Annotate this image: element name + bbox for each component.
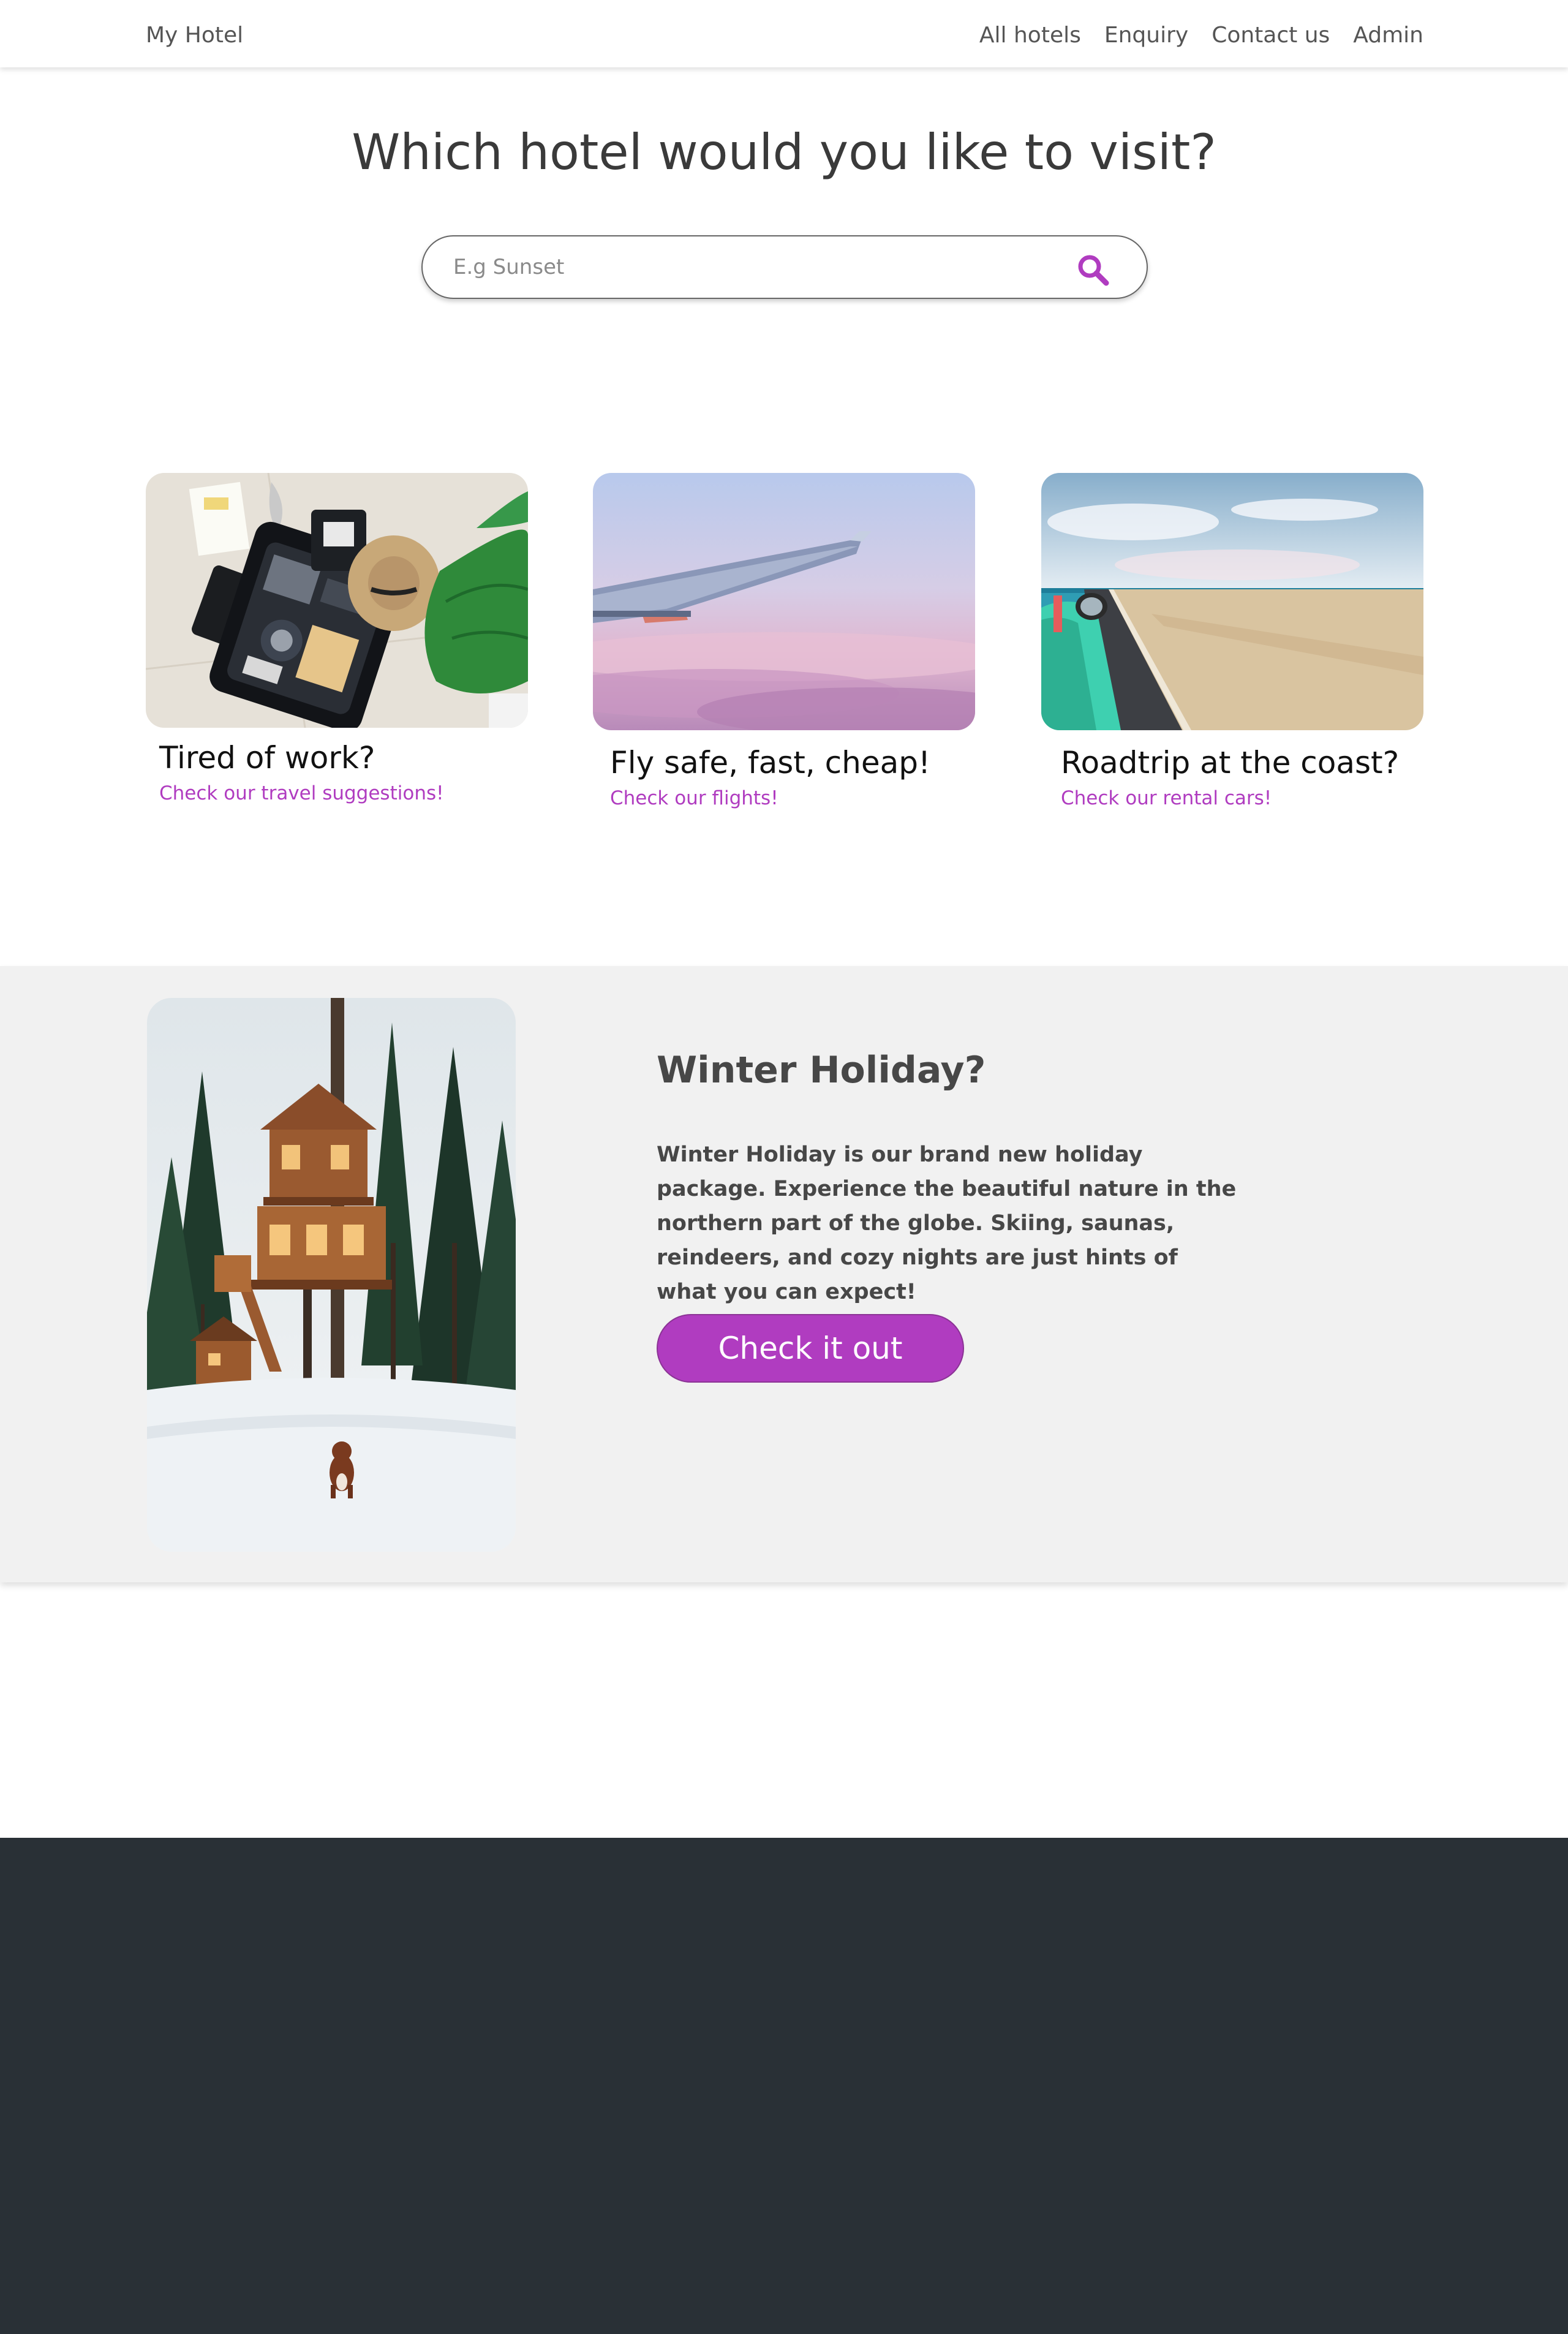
winter-holiday-section: Winter Holiday? Winter Holiday is our br… <box>0 966 1568 1582</box>
card-image-coast-road[interactable] <box>1041 473 1423 730</box>
footer <box>0 1838 1568 2334</box>
search-icon[interactable] <box>1076 252 1110 287</box>
promo-title: Winter Holiday? <box>657 1049 986 1092</box>
nav-link-all-hotels[interactable]: All hotels <box>979 25 1081 47</box>
nav-link-admin[interactable]: Admin <box>1353 25 1423 47</box>
card-travel: Tired of work? Check our travel suggesti… <box>146 473 528 816</box>
nav-link-contact-us[interactable]: Contact us <box>1212 25 1330 47</box>
search-bar <box>421 235 1148 299</box>
card-title: Fly safe, fast, cheap! <box>610 745 931 780</box>
promo-description: Winter Holiday is our brand new holiday … <box>657 1142 1237 1304</box>
card-title: Tired of work? <box>159 740 375 776</box>
nav-links: All hotels Enquiry Contact us Admin <box>979 25 1423 47</box>
card-flights: Fly safe, fast, cheap! Check our flights… <box>593 473 975 816</box>
card-link-flights[interactable]: Check our flights! <box>610 789 778 808</box>
check-it-out-button[interactable]: Check it out <box>657 1314 964 1383</box>
card-link-travel-suggestions[interactable]: Check our travel suggestions! <box>159 784 444 803</box>
search-input[interactable] <box>453 236 1035 298</box>
brand-logo[interactable]: My Hotel <box>146 25 243 47</box>
nav-link-enquiry[interactable]: Enquiry <box>1104 25 1188 47</box>
card-image-airplane-wing[interactable] <box>593 473 975 730</box>
page-title: Which hotel would you like to visit? <box>352 124 1216 181</box>
promo-image-treehouse <box>147 998 516 1552</box>
card-title: Roadtrip at the coast? <box>1061 745 1400 780</box>
navbar: My Hotel All hotels Enquiry Contact us A… <box>0 0 1568 67</box>
card-rental-cars: Roadtrip at the coast? Check our rental … <box>1041 473 1423 816</box>
card-image-suitcase[interactable] <box>146 473 528 728</box>
card-link-rental-cars[interactable]: Check our rental cars! <box>1061 789 1272 808</box>
